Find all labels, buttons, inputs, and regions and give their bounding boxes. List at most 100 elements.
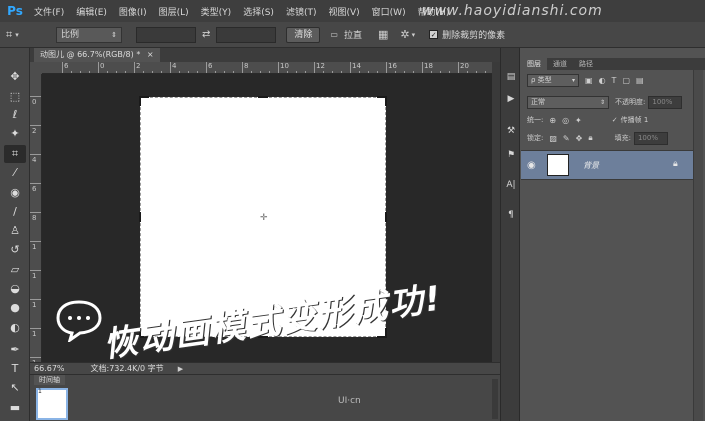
rectangle-icon[interactable]: ▬ [4,399,26,417]
adjustment-filter-icon[interactable]: ◐ [599,76,606,85]
crop-handle-tl[interactable] [139,96,141,106]
brush-presets-icon[interactable]: ⚑ [504,148,518,162]
type-filter-icon[interactable]: T [612,76,617,85]
move-icon[interactable]: ✥ [4,68,26,86]
gear-icon[interactable]: ✲ [400,28,409,41]
menu-edit[interactable]: 编辑(E) [70,5,113,18]
marquee-icon[interactable]: ⬚ [4,88,26,106]
menu-type[interactable]: 类型(Y) [195,5,238,18]
brush-icon[interactable]: / [4,203,26,221]
menu-view[interactable]: 视图(V) [322,5,365,18]
paragraph-icon[interactable]: ¶ [504,208,518,222]
timeline-scrollbar[interactable] [492,379,498,419]
lock-move-icon[interactable]: ✥ [576,134,583,143]
menu-filter[interactable]: 滤镜(T) [280,5,323,18]
path-selection-icon[interactable]: ↖ [4,379,26,397]
straighten-label: 拉直 [343,31,362,41]
tab-paths[interactable]: 路径 [573,58,599,70]
layer-filter-select[interactable]: ρ 类型 ▾ [527,73,579,87]
crop-handle-ml[interactable] [139,212,141,222]
ruler-label: 10 [280,62,289,70]
ruler-tick [350,62,351,73]
opacity-field[interactable]: 100% [648,95,683,109]
tool-presets-icon[interactable]: ⚒ [504,124,518,138]
lock-brush-icon[interactable]: ✎ [563,134,570,143]
overlay-grid-icon[interactable]: ▦ [378,28,388,41]
shape-filter-icon[interactable]: ▢ [622,76,630,85]
menu-window[interactable]: 窗口(W) [366,5,412,18]
eraser-icon[interactable]: ▱ [4,261,26,279]
clear-button[interactable]: 清除 [286,26,321,43]
zoom-level[interactable]: 66.67% [34,364,65,373]
gradient-icon[interactable]: ◒ [4,280,26,298]
fill-label: 填充: [614,134,631,142]
ruler-tick [30,96,41,97]
ruler-tick [206,62,207,73]
straighten-icon[interactable]: ▭ [330,30,338,39]
actions-icon[interactable]: ▶ [504,92,518,106]
clone-stamp-icon[interactable]: ♙ [4,222,26,240]
fill-field[interactable]: 100% [633,131,668,145]
layers-panel: 图层 通道 路径 ρ 类型 ▾ ▣ ◐ T ▢ ▤ 正常 ⇕ 不透明度: 100… [521,48,705,421]
crop-handle-mr[interactable] [385,212,387,222]
tool-preset-picker[interactable]: ⌗ ▾ [6,25,42,45]
vertical-scrollbar[interactable] [492,62,500,362]
ratio-select[interactable]: 比例 ⇕ [56,26,122,43]
chevron-right-icon[interactable]: ▶ [178,365,183,373]
ruler-label: 4 [32,156,37,164]
crop-handle-tm[interactable] [258,96,268,98]
pixel-filter-icon[interactable]: ▣ [585,76,593,85]
ruler-tick [422,62,423,73]
ratio-height-field[interactable] [216,26,277,43]
type-icon[interactable]: T [4,360,26,378]
lock-row: 锁定: ▨ ✎ ✥ 🔒︎ 填充: 100% [527,130,699,146]
ruler-tick [458,62,459,73]
ruler-tick [30,241,41,242]
unify-style-icon[interactable]: ✦ [575,116,582,125]
layer-name[interactable]: 背景 [583,160,599,171]
ratio-width-field[interactable] [136,26,196,43]
unify-position-icon[interactable]: ⊕ [549,116,556,125]
smart-object-filter-icon[interactable]: ▤ [636,76,644,85]
tab-channels[interactable]: 通道 [547,58,573,70]
history-brush-icon[interactable]: ↺ [4,241,26,259]
unify-visibility-icon[interactable]: ◎ [562,116,569,125]
ruler-label: 12 [316,62,325,70]
close-icon[interactable]: × [147,50,154,59]
timeline-tab[interactable]: 时间轴 [34,375,65,385]
menu-select[interactable]: 选择(S) [237,5,280,18]
lock-transparent-icon[interactable]: ▨ [549,134,557,143]
ruler-tick [30,270,41,271]
layer-row-background[interactable]: ◉ 背景 🔒︎ [521,150,693,180]
delete-cropped-checkbox[interactable]: ✓ 删除裁剪的像素 [429,28,505,41]
lock-label: 锁定: [527,134,544,142]
panel-scrollbar[interactable] [693,70,703,421]
menu-file[interactable]: 文件(F) [28,5,70,18]
frame-number: 1 [38,388,42,395]
eye-icon[interactable]: ◉ [527,160,536,171]
eyedropper-icon[interactable]: ⁄ [4,164,26,182]
menu-image[interactable]: 图像(I) [113,5,153,18]
history-icon[interactable]: ▤ [504,70,518,84]
tab-layers[interactable]: 图层 [521,58,547,70]
ruler-label: 1 [32,301,37,309]
blend-mode-select[interactable]: 正常 ⇕ [527,95,609,109]
blur-icon[interactable]: ● [4,299,26,317]
layer-thumbnail [547,154,569,176]
swap-icon[interactable]: ⇄ [202,29,210,40]
lock-icon: 🔒︎ [673,159,678,169]
dodge-icon[interactable]: ◐ [4,319,26,337]
pen-icon[interactable]: ✒ [4,341,26,359]
healing-brush-icon[interactable]: ◉ [4,184,26,202]
magic-wand-icon[interactable]: ✦ [4,125,26,143]
document-tab[interactable]: 动图儿 @ 66.7%(RGB/8) * × [34,48,160,62]
crop-handle-br[interactable] [385,328,387,338]
menu-layer[interactable]: 图层(L) [153,5,195,18]
tools-panel: ✥ ⬚ ℓ ✦ ⌗ ⁄ ◉ / ♙ ↺ ▱ ◒ ● ◐ ✒ T ↖ ▬ [0,48,30,421]
propagate-check-icon[interactable]: ✓ [612,116,618,124]
crop-handle-tr[interactable] [385,96,387,106]
lock-all-icon[interactable]: 🔒︎ [588,133,592,143]
crop-icon[interactable]: ⌗ [4,145,26,163]
character-icon[interactable]: A| [504,178,518,192]
lasso-icon[interactable]: ℓ [4,106,26,124]
